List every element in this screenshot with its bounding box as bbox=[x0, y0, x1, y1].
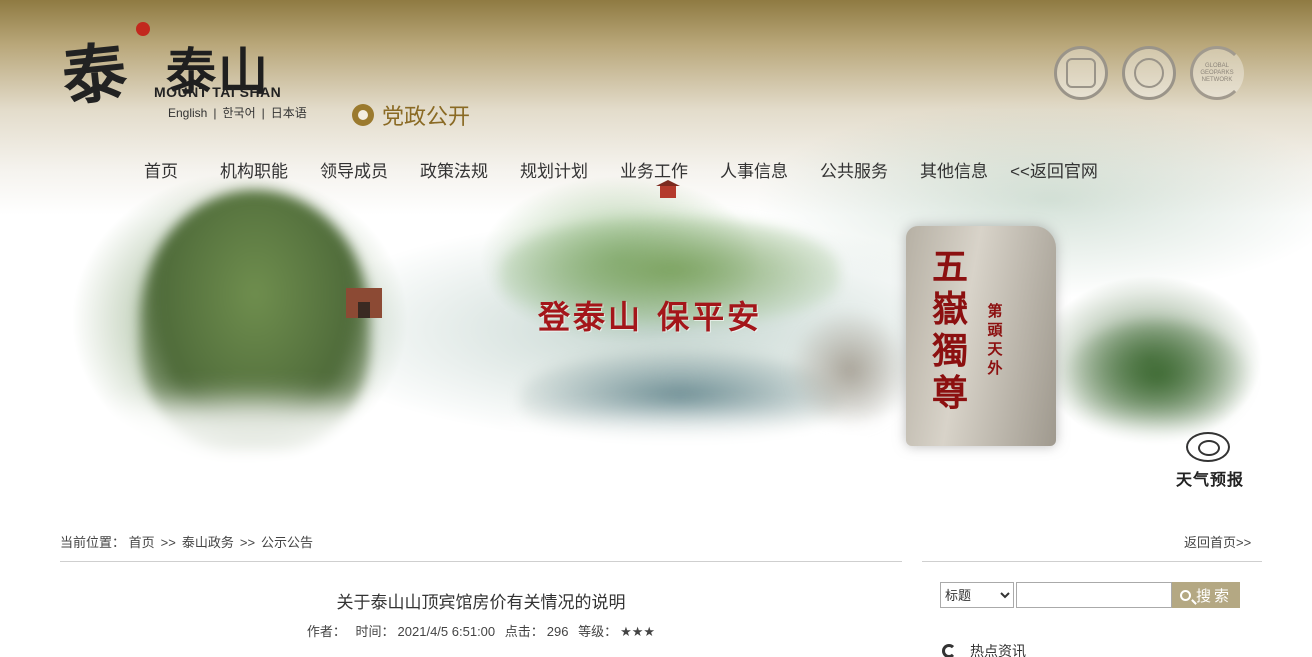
nav-personnel[interactable]: 人事信息 bbox=[704, 158, 804, 186]
pavilion-image bbox=[656, 180, 680, 198]
search-button[interactable]: 搜索 bbox=[1172, 582, 1240, 608]
fog-center bbox=[420, 420, 940, 510]
party-emblem-icon bbox=[352, 104, 374, 126]
nav-back-official[interactable]: <<返回官网 bbox=[1004, 158, 1104, 186]
world-heritage-emblem-icon[interactable] bbox=[1054, 46, 1108, 100]
language-switcher: English | 한국어 | 日本语 bbox=[168, 104, 307, 121]
nav-public-service[interactable]: 公共服务 bbox=[804, 158, 904, 186]
lang-separator: | bbox=[261, 106, 265, 120]
header-banner: 五嶽獨尊 第頭天外 登泰山 保平安 泰 泰山 MOUNT TAI SHAN En… bbox=[0, 0, 1312, 510]
breadcrumb-notices[interactable]: 公示公告 bbox=[261, 535, 313, 550]
global-geoparks-icon[interactable]: GLOBAL GEOPARKS NETWORK bbox=[1190, 46, 1244, 100]
search-icon bbox=[1179, 589, 1191, 601]
stele-main-inscription: 五嶽獨尊 bbox=[931, 246, 968, 414]
cloud-icon bbox=[1186, 432, 1230, 462]
unesco-heritage-icon[interactable] bbox=[1122, 46, 1176, 100]
breadcrumb: 当前位置： 首页 >> 泰山政务 >> 公示公告 bbox=[60, 532, 313, 551]
time-value: 2021/4/5 6:51:00 bbox=[397, 624, 496, 639]
lang-separator: | bbox=[213, 106, 217, 120]
breadcrumb-separator: >> bbox=[160, 535, 176, 550]
search-field-select[interactable]: 标题 bbox=[940, 582, 1014, 608]
breadcrumb-separator: >> bbox=[239, 535, 256, 550]
partner-logos: GLOBAL GEOPARKS NETWORK bbox=[1054, 46, 1244, 100]
fog-left bbox=[40, 400, 460, 510]
level-stars: ★★★ bbox=[620, 624, 656, 639]
page: 五嶽獨尊 第頭天外 登泰山 保平安 泰 泰山 MOUNT TAI SHAN En… bbox=[0, 0, 1312, 657]
weather-label: 天气预报 bbox=[1176, 470, 1245, 489]
lang-english-link[interactable]: English bbox=[168, 106, 207, 120]
party-affairs-link[interactable]: 党政公开 bbox=[352, 99, 470, 131]
content-divider bbox=[60, 561, 902, 562]
author-label: 作者： bbox=[306, 624, 346, 639]
search-input[interactable] bbox=[1016, 582, 1172, 608]
nav-organization[interactable]: 机构职能 bbox=[204, 158, 304, 186]
clicks-label: 点击： bbox=[504, 624, 544, 639]
main-nav: 首页 机构职能 领导成员 政策法规 规划计划 业务工作 人事信息 公共服务 其他… bbox=[118, 158, 1104, 186]
nav-business[interactable]: 业务工作 bbox=[604, 158, 704, 186]
nav-leadership[interactable]: 领导成员 bbox=[304, 158, 404, 186]
level-label: 等级： bbox=[578, 624, 618, 639]
search-button-label: 搜索 bbox=[1195, 587, 1232, 605]
time-label: 时间： bbox=[355, 624, 395, 639]
breadcrumb-home[interactable]: 首页 bbox=[129, 535, 155, 550]
nav-home[interactable]: 首页 bbox=[118, 158, 204, 186]
banner-slogan: 登泰山 保平安 bbox=[538, 298, 763, 336]
lang-japanese-link[interactable]: 日本语 bbox=[271, 106, 307, 120]
sidebar-divider bbox=[922, 561, 1262, 562]
south-gate-image bbox=[346, 288, 382, 318]
hot-news-label: 热点资讯 bbox=[970, 643, 1026, 657]
lang-korean-link[interactable]: 한국어 bbox=[222, 106, 255, 120]
clicks-value: 296 bbox=[546, 624, 569, 639]
nav-other-info[interactable]: 其他信息 bbox=[904, 158, 1004, 186]
article-meta: 作者： 时间： 2021/4/5 6:51:00 点击： 296 等级： ★★★ bbox=[60, 621, 902, 640]
breadcrumb-label: 当前位置： bbox=[60, 535, 126, 550]
stele-side-inscription: 第頭天外 bbox=[987, 302, 1003, 377]
logo-english-title: MOUNT TAI SHAN bbox=[154, 84, 282, 100]
breadcrumb-government[interactable]: 泰山政务 bbox=[182, 535, 234, 550]
red-sun-icon bbox=[136, 22, 150, 36]
stele-image: 五嶽獨尊 第頭天外 bbox=[906, 226, 1056, 446]
logo-calligraphy: 泰 bbox=[58, 35, 127, 116]
rocks-image bbox=[790, 310, 910, 430]
site-logo[interactable]: 泰 泰山 MOUNT TAI SHAN bbox=[59, 16, 322, 116]
weather-forecast-link[interactable]: 天气预报 bbox=[1172, 432, 1268, 492]
hot-news-icon bbox=[942, 644, 956, 657]
party-affairs-label: 党政公开 bbox=[382, 104, 471, 129]
back-home-link[interactable]: 返回首页>> bbox=[1184, 532, 1251, 551]
nav-planning[interactable]: 规划计划 bbox=[504, 158, 604, 186]
article-title: 关于泰山山顶宾馆房价有关情况的说明 bbox=[336, 593, 626, 612]
pine-tree-image bbox=[1062, 320, 1252, 440]
hot-news-heading: 热点资讯 bbox=[942, 641, 1026, 657]
nav-policies[interactable]: 政策法规 bbox=[404, 158, 504, 186]
